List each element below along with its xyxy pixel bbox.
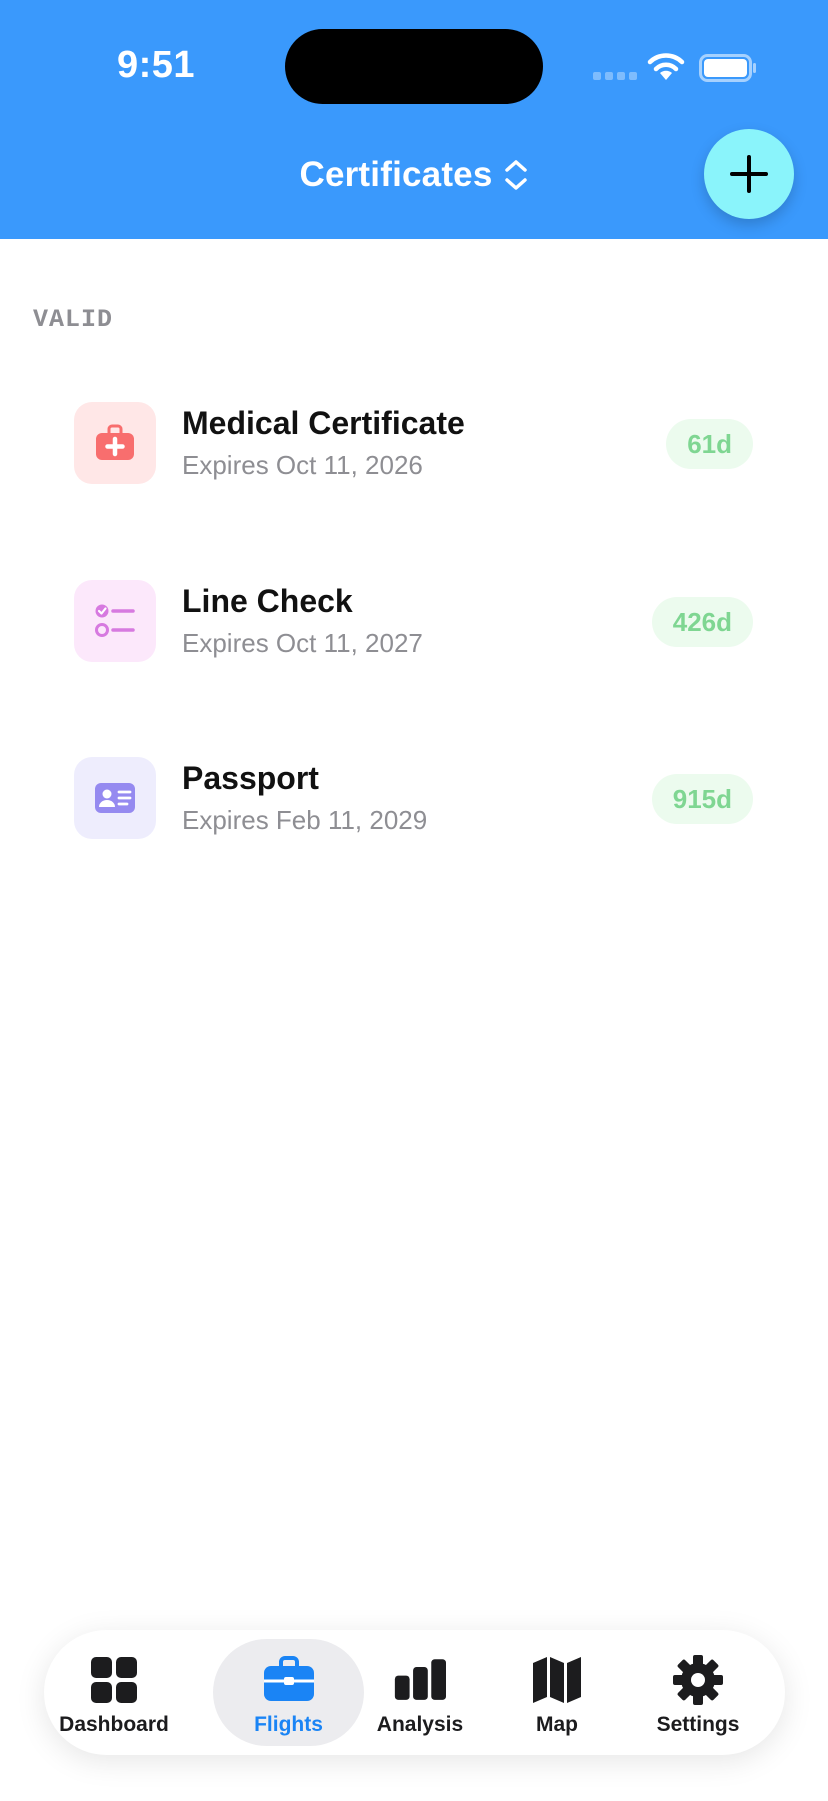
tab-label: Dashboard [59,1713,169,1736]
bottom-tab-bar: Dashboard Flights Analysis Map Settings [44,1630,785,1755]
plus-icon [730,155,768,193]
tab-label: Analysis [376,1713,464,1736]
grid-icon [91,1657,137,1703]
tab-dashboard[interactable]: Dashboard [59,1639,169,1746]
certificate-expiry: Expires Oct 11, 2026 [182,450,423,480]
days-remaining-badge: 426d [651,597,753,647]
tab-flights[interactable]: Flights [213,1639,364,1746]
map-icon [533,1657,581,1703]
battery-icon [699,54,756,82]
wifi-icon [647,53,685,80]
certificate-row-passport[interactable]: Passport Expires Feb 11, 2029 915d [0,757,828,857]
medical-kit-icon [74,402,156,484]
tab-label: Map [536,1713,578,1736]
status-time: 9:51 [117,44,196,86]
certificate-expiry: Expires Oct 11, 2027 [182,628,423,658]
days-remaining-badge: 61d [666,419,753,469]
add-certificate-button[interactable] [704,129,794,219]
tab-label: Settings [656,1713,740,1736]
days-remaining-badge: 915d [651,774,753,824]
page-title: Certificates [299,155,493,194]
certificate-expiry: Expires Feb 11, 2029 [182,805,428,835]
certificate-title: Line Check [182,583,353,619]
tab-settings[interactable]: Settings [648,1639,748,1746]
briefcase-icon [263,1656,314,1701]
cellular-signal-icon [593,72,637,80]
certificate-row-medical[interactable]: Medical Certificate Expires Oct 11, 2026… [0,402,828,502]
id-card-icon [74,757,156,839]
certificate-row-line-check[interactable]: Line Check Expires Oct 11, 2027 426d [0,580,828,680]
dynamic-island [285,29,543,104]
checklist-icon [74,580,156,662]
tab-label: Flights [254,1713,323,1736]
certificate-title: Passport [182,760,319,796]
tab-map[interactable]: Map [512,1639,602,1746]
tab-analysis[interactable]: Analysis [370,1639,470,1746]
certificate-title: Medical Certificate [182,405,465,441]
header-bar: 9:51 Certificates [0,0,828,239]
section-header-valid: VALID [33,305,114,334]
chevron-up-down-icon [504,160,527,190]
certificates-screen: 9:51 Certificates VALID Medical Certific… [0,0,828,1801]
gear-icon [673,1655,723,1705]
bar-chart-icon [394,1659,446,1700]
